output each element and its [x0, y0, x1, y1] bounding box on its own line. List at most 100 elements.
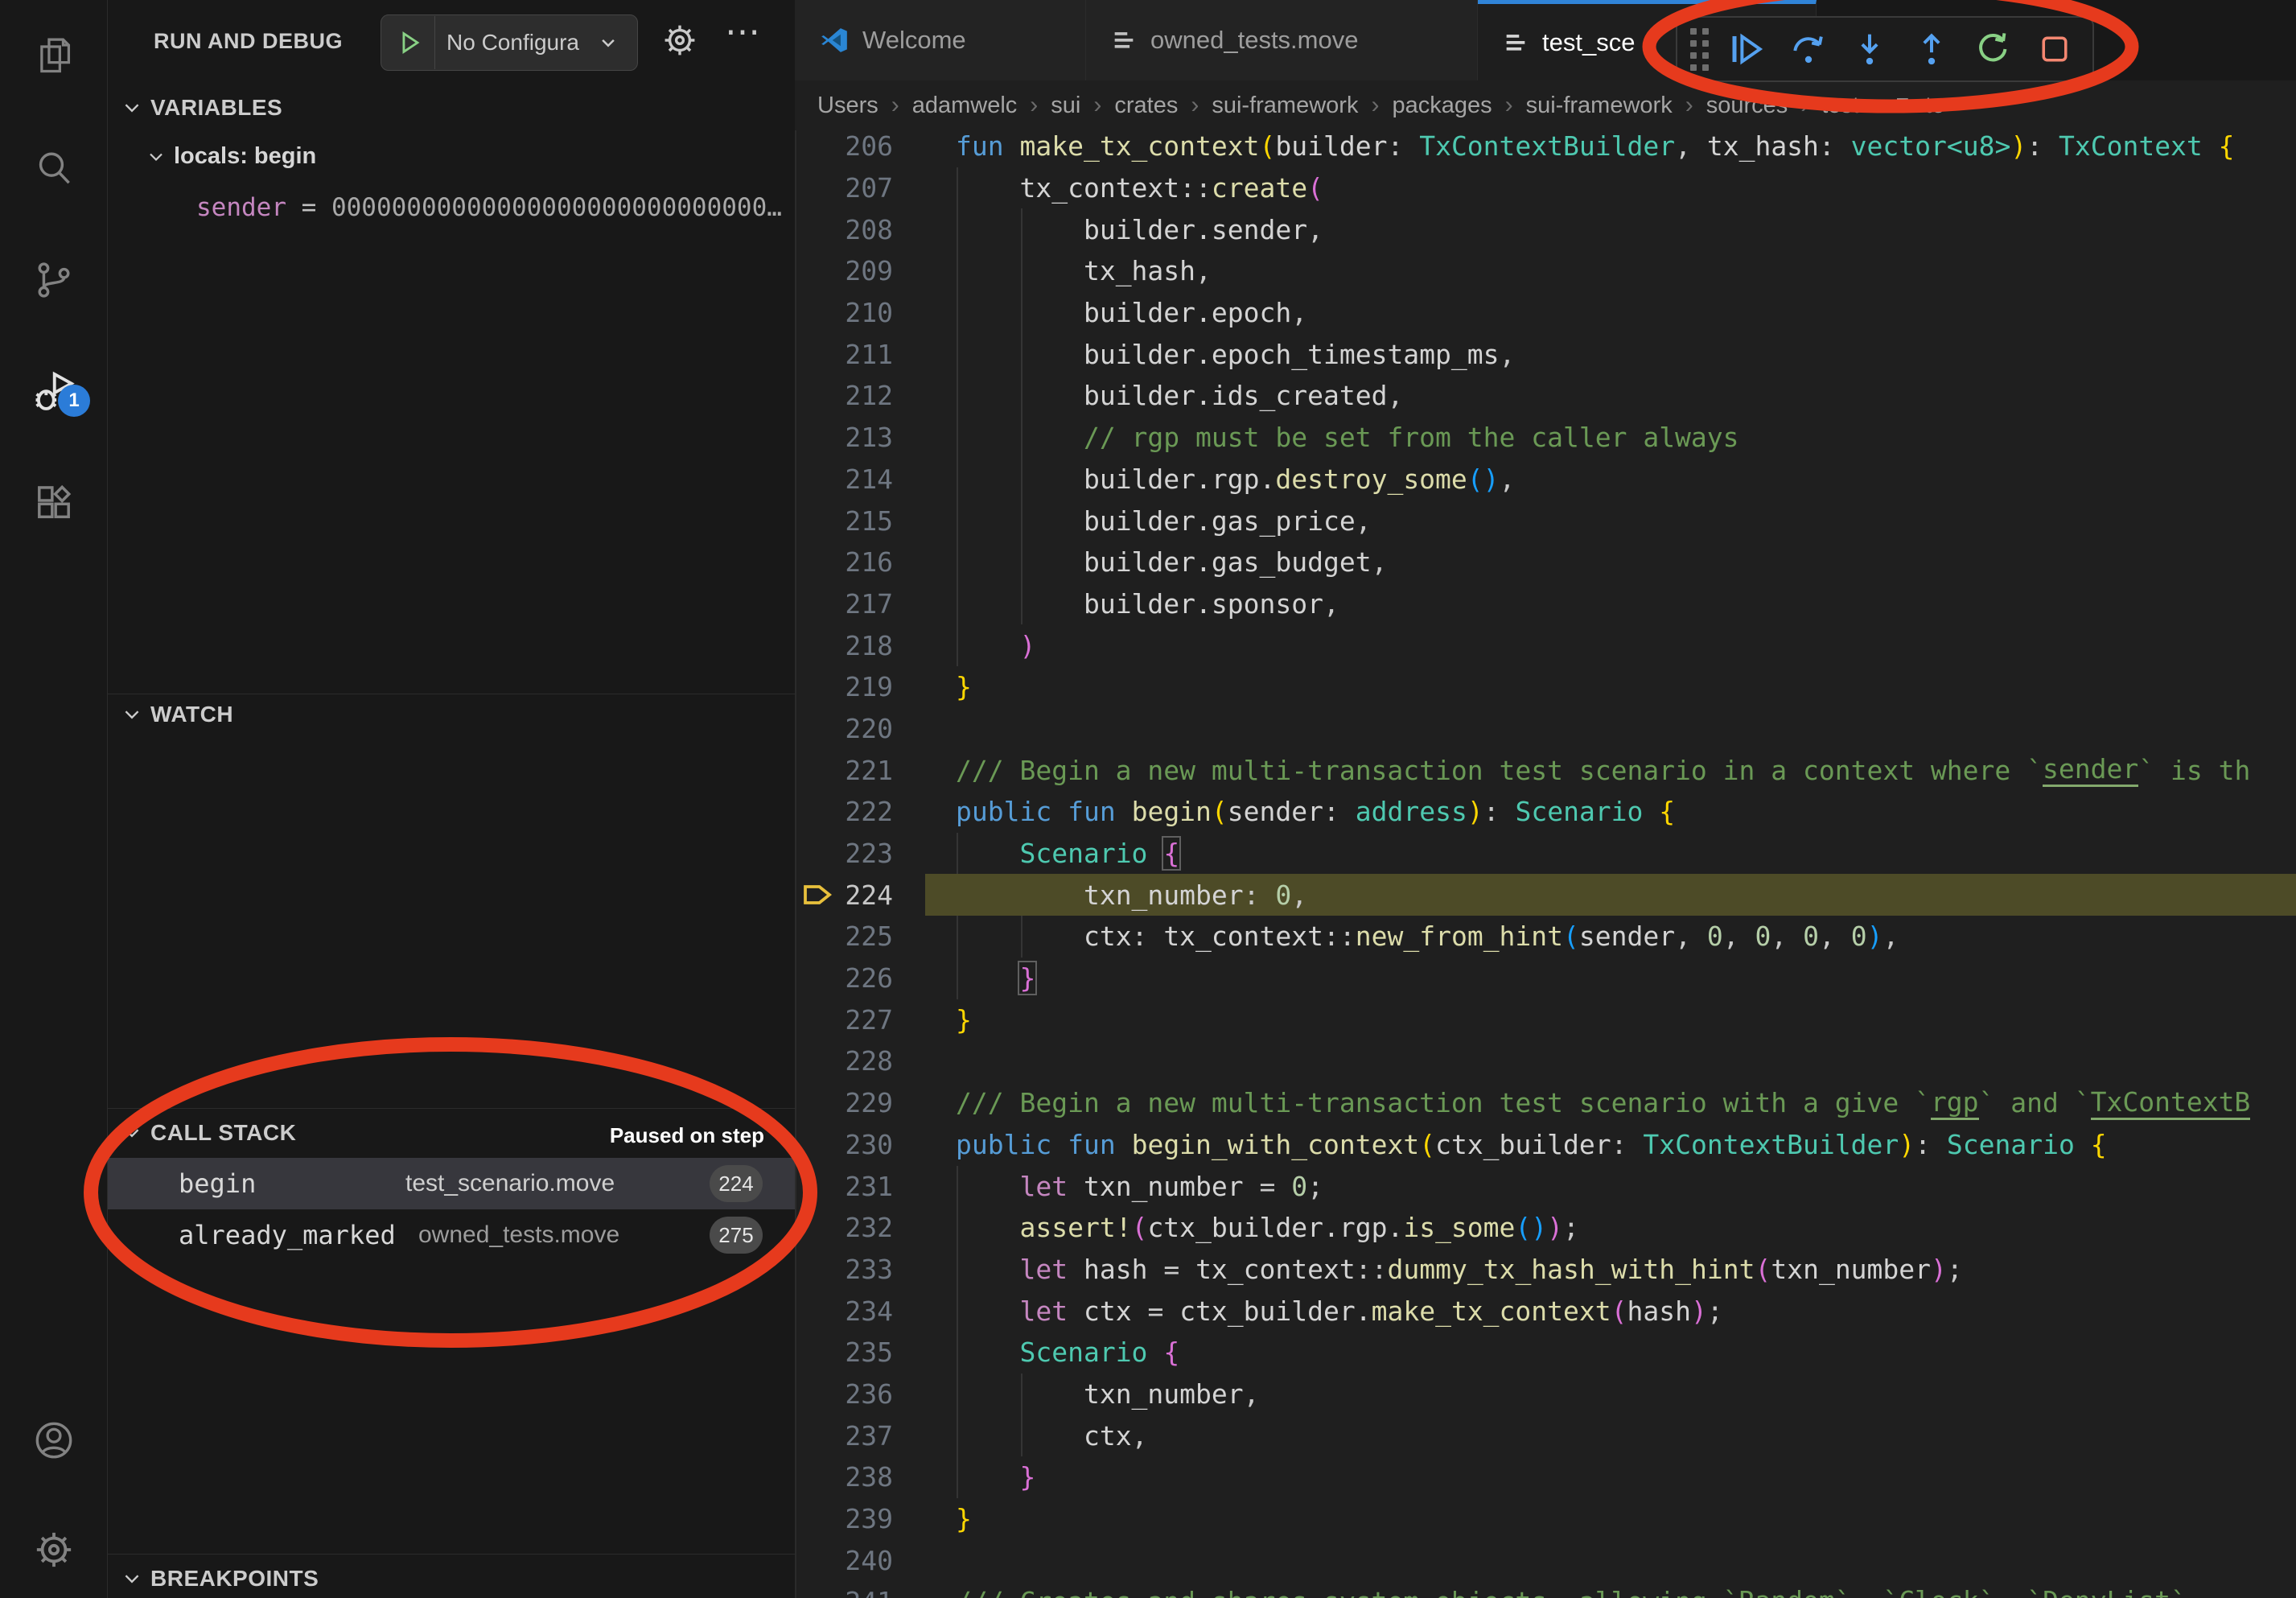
tab-welcome[interactable]: Welcome — [795, 0, 1086, 80]
gutter-breakpoint-area[interactable] — [795, 375, 840, 417]
variables-scope-row[interactable]: locals: begin — [146, 143, 316, 170]
code-line[interactable]: 238 } — [795, 1456, 2296, 1498]
breadcrumb-item[interactable]: crates — [1114, 93, 1178, 119]
stack-frame-row[interactable]: already_marked owned_tests.move 275 — [107, 1209, 795, 1261]
gutter-breakpoint-area[interactable] — [795, 1581, 840, 1598]
drag-grip-icon[interactable] — [1690, 28, 1709, 71]
breadcrumb-item[interactable]: sources — [1706, 93, 1788, 119]
gutter-breakpoint-area[interactable] — [795, 1124, 840, 1166]
call-stack-section-header[interactable]: CALL STACK — [121, 1120, 296, 1146]
code-line[interactable]: 215 builder.gas_price, — [795, 500, 2296, 542]
gutter-breakpoint-area[interactable] — [795, 1165, 840, 1207]
gutter-breakpoint-area[interactable] — [795, 1290, 840, 1332]
code-line[interactable]: 224 txn_number: 0, — [795, 874, 2296, 916]
debug-settings-gear-icon[interactable] — [660, 21, 699, 60]
gutter-breakpoint-area[interactable] — [795, 500, 840, 542]
step-into-button[interactable] — [1841, 21, 1899, 77]
breadcrumb-item[interactable]: packages — [1392, 93, 1492, 119]
code-line[interactable]: 228 — [795, 1040, 2296, 1082]
code-line[interactable]: 219} — [795, 666, 2296, 708]
gutter-breakpoint-area[interactable] — [795, 208, 840, 250]
gutter-breakpoint-area[interactable] — [795, 1332, 840, 1374]
breadcrumb-item[interactable]: sui — [1051, 93, 1080, 119]
gutter-breakpoint-area[interactable] — [795, 1249, 840, 1291]
settings-button[interactable] — [0, 1511, 107, 1588]
gutter-breakpoint-area[interactable] — [795, 459, 840, 500]
gutter-breakpoint-area[interactable] — [795, 1207, 840, 1249]
breadcrumb-item[interactable]: sui-framework — [1526, 93, 1673, 119]
gutter-breakpoint-area[interactable] — [795, 1456, 840, 1498]
watch-section-header[interactable]: WATCH — [121, 702, 233, 727]
gutter-breakpoint-area[interactable] — [795, 958, 840, 999]
code-line[interactable]: 217 builder.sponsor, — [795, 583, 2296, 625]
code-line-text[interactable]: ) — [925, 624, 2296, 666]
code-line[interactable]: 227} — [795, 999, 2296, 1040]
breadcrumb-item[interactable]: sui-framework — [1212, 93, 1358, 119]
restart-button[interactable] — [1965, 21, 2022, 77]
gutter-breakpoint-area[interactable] — [795, 583, 840, 625]
step-out-button[interactable] — [1903, 21, 1961, 77]
code-line[interactable]: 207 tx_context::create( — [795, 167, 2296, 209]
code-line[interactable]: 237 ctx, — [795, 1415, 2296, 1456]
step-over-button[interactable] — [1780, 21, 1837, 77]
code-line-text[interactable]: } — [925, 999, 2296, 1040]
run-and-debug-button[interactable]: 1 — [0, 352, 107, 430]
code-line-text[interactable]: public fun begin(sender: address): Scena… — [925, 791, 2296, 833]
gutter-breakpoint-area[interactable] — [795, 1415, 840, 1456]
breadcrumb-item[interactable]: adamwelc — [912, 93, 1018, 119]
gutter-breakpoint-area[interactable] — [795, 916, 840, 958]
variables-section-header[interactable]: VARIABLES — [121, 95, 282, 121]
code-line[interactable]: 209 tx_hash, — [795, 250, 2296, 292]
gutter-breakpoint-area[interactable] — [795, 749, 840, 791]
code-line-text[interactable]: builder.sponsor, — [925, 583, 2296, 625]
gutter-breakpoint-area[interactable] — [795, 874, 840, 916]
breadcrumb-item[interactable]: test — [1821, 93, 1859, 119]
code-line-text[interactable]: let txn_number = 0; — [925, 1165, 2296, 1207]
code-line-text[interactable]: /// Creates and shares system objects, a… — [925, 1581, 2296, 1598]
start-debug-icon[interactable] — [396, 29, 423, 56]
code-line-text[interactable]: /// Begin a new multi-transaction test s… — [925, 1082, 2296, 1124]
code-line[interactable]: 223 Scenario { — [795, 833, 2296, 875]
code-line[interactable]: 210 builder.epoch, — [795, 292, 2296, 334]
breakpoints-section-header[interactable]: BREAKPOINTS — [121, 1566, 319, 1592]
extensions-button[interactable] — [0, 464, 107, 542]
code-line[interactable]: 216 builder.gas_budget, — [795, 542, 2296, 583]
gutter-breakpoint-area[interactable] — [795, 1082, 840, 1124]
code-line-text[interactable]: builder.gas_price, — [925, 500, 2296, 542]
gutter-breakpoint-area[interactable] — [795, 1040, 840, 1082]
gutter-breakpoint-area[interactable] — [795, 1498, 840, 1540]
code-line[interactable]: 236 txn_number, — [795, 1374, 2296, 1415]
stack-frame-row[interactable]: begin test_scenario.move 224 — [107, 1158, 795, 1209]
search-button[interactable] — [0, 130, 107, 207]
gutter-breakpoint-area[interactable] — [795, 542, 840, 583]
code-line[interactable]: 211 builder.epoch_timestamp_ms, — [795, 333, 2296, 375]
code-line[interactable]: 206fun make_tx_context(builder: TxContex… — [795, 126, 2296, 167]
code-line[interactable]: 232 assert!(ctx_builder.rgp.is_some()); — [795, 1207, 2296, 1249]
code-line-text[interactable]: ctx: tx_context::new_from_hint(sender, 0… — [925, 916, 2296, 958]
code-line[interactable]: 213 // rgp must be set from the caller a… — [795, 417, 2296, 459]
code-line[interactable]: 222public fun begin(sender: address): Sc… — [795, 791, 2296, 833]
code-line[interactable]: 212 builder.ids_created, — [795, 375, 2296, 417]
code-line-text[interactable] — [925, 1539, 2296, 1581]
code-line-text[interactable]: txn_number: 0, — [925, 874, 2296, 916]
more-actions-icon[interactable]: ⋯ — [725, 11, 762, 52]
code-line-text[interactable]: } — [925, 1498, 2296, 1540]
code-line[interactable]: 239} — [795, 1498, 2296, 1540]
code-editor[interactable]: 206fun make_tx_context(builder: TxContex… — [795, 126, 2296, 1598]
code-line-text[interactable]: ctx, — [925, 1415, 2296, 1456]
code-line[interactable]: 241/// Creates and shares system objects… — [795, 1581, 2296, 1598]
code-line[interactable]: 229/// Begin a new multi-transaction tes… — [795, 1082, 2296, 1124]
code-line[interactable]: 225 ctx: tx_context::new_from_hint(sende… — [795, 916, 2296, 958]
code-line-text[interactable]: } — [925, 958, 2296, 999]
gutter-breakpoint-area[interactable] — [795, 126, 840, 167]
code-line-text[interactable]: fun make_tx_context(builder: TxContextBu… — [925, 126, 2296, 167]
code-line-text[interactable]: } — [925, 1456, 2296, 1498]
code-line-text[interactable] — [925, 1040, 2296, 1082]
gutter-breakpoint-area[interactable] — [795, 250, 840, 292]
code-line[interactable]: 231 let txn_number = 0; — [795, 1165, 2296, 1207]
code-line[interactable]: 233 let hash = tx_context::dummy_tx_hash… — [795, 1249, 2296, 1291]
variable-row[interactable]: sender = 00000000000000000000000000000… — [196, 193, 784, 222]
code-line[interactable]: 221/// Begin a new multi-transaction tes… — [795, 749, 2296, 791]
gutter-breakpoint-area[interactable] — [795, 1539, 840, 1581]
gutter-breakpoint-area[interactable] — [795, 791, 840, 833]
